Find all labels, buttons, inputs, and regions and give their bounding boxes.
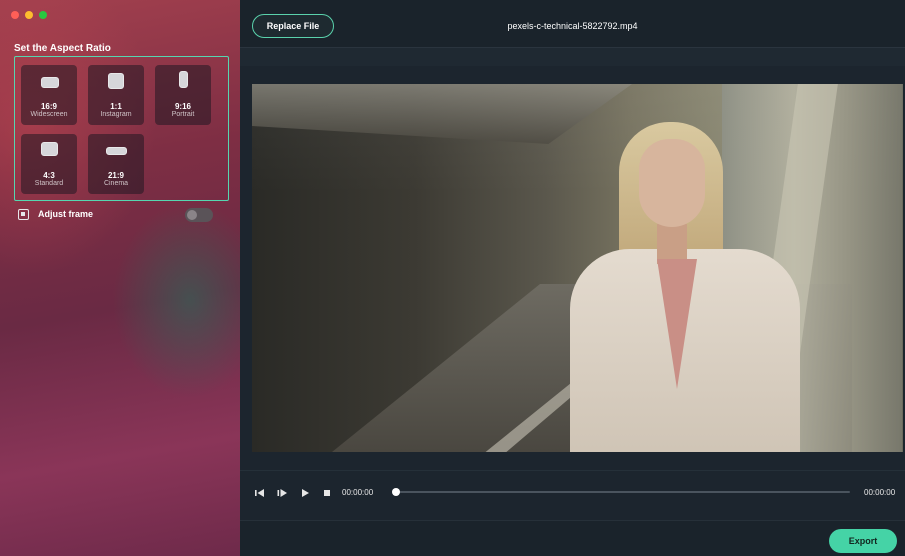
adjust-frame-toggle[interactable] [185,208,213,222]
video-frame [252,84,632,144]
file-name: pexels-c-technical-5822792.mp4 [507,21,638,31]
top-toolbar: Replace File pexels-c-technical-5822792.… [240,0,905,48]
ratio-option-portrait[interactable]: 9:16 Portrait [155,65,211,125]
standard-shape-icon [41,142,58,156]
cinema-shape-icon [106,147,127,155]
bottom-bar [240,520,905,556]
ratio-option-standard[interactable]: 4:3 Standard [21,134,77,194]
close-window-button[interactable] [11,11,19,19]
aspect-ratio-heading: Set the Aspect Ratio [14,43,111,54]
ratio-name: Cinema [103,180,129,187]
ratio-name: Portrait [171,111,195,118]
toggle-knob [187,210,197,220]
adjust-frame-row: Adjust frame [18,208,213,224]
ratio-option-cinema[interactable]: 21:9 Cinema [88,134,144,194]
video-preview[interactable] [252,84,903,452]
ratio-name: Standard [34,180,64,187]
aspect-ratio-editor-window: Set the Aspect Ratio 16:9 Widescreen 1:1… [0,0,905,556]
aspect-ratio-options: 16:9 Widescreen 1:1 Instagram 9:16 Portr… [14,56,229,201]
ratio-value: 9:16 [174,102,191,111]
widescreen-shape-icon [41,77,59,88]
step-back-icon[interactable] [254,487,266,499]
ratio-name: Widescreen [30,111,68,118]
window-controls [11,11,47,19]
crop-frame-icon [18,209,29,220]
ratio-option-widescreen[interactable]: 16:9 Widescreen [21,65,77,125]
ratio-value: 1:1 [110,102,122,111]
sidebar: Set the Aspect Ratio 16:9 Widescreen 1:1… [0,0,240,556]
step-forward-icon[interactable] [276,487,288,499]
preview-area: Replace File pexels-c-technical-5822792.… [240,0,905,556]
ratio-name: Instagram [100,111,132,118]
portrait-shape-icon [179,71,188,88]
seek-bar[interactable] [396,491,850,493]
ratio-option-instagram[interactable]: 1:1 Instagram [88,65,144,125]
ratio-value: 16:9 [40,102,57,111]
zoom-window-button[interactable] [39,11,47,19]
export-button[interactable]: Export [829,529,897,553]
seek-handle[interactable] [392,488,400,496]
total-time: 00:00:00 [864,488,896,497]
play-icon[interactable] [299,487,311,499]
minimize-window-button[interactable] [25,11,33,19]
ratio-value: 21:9 [107,171,124,180]
current-time: 00:00:00 [342,488,374,497]
ratio-value: 4:3 [43,171,55,180]
stop-icon[interactable] [321,487,333,499]
playback-controls [240,470,905,520]
adjust-frame-label: Adjust frame [38,209,94,219]
toolbar-divider [240,48,905,66]
square-shape-icon [108,73,124,89]
